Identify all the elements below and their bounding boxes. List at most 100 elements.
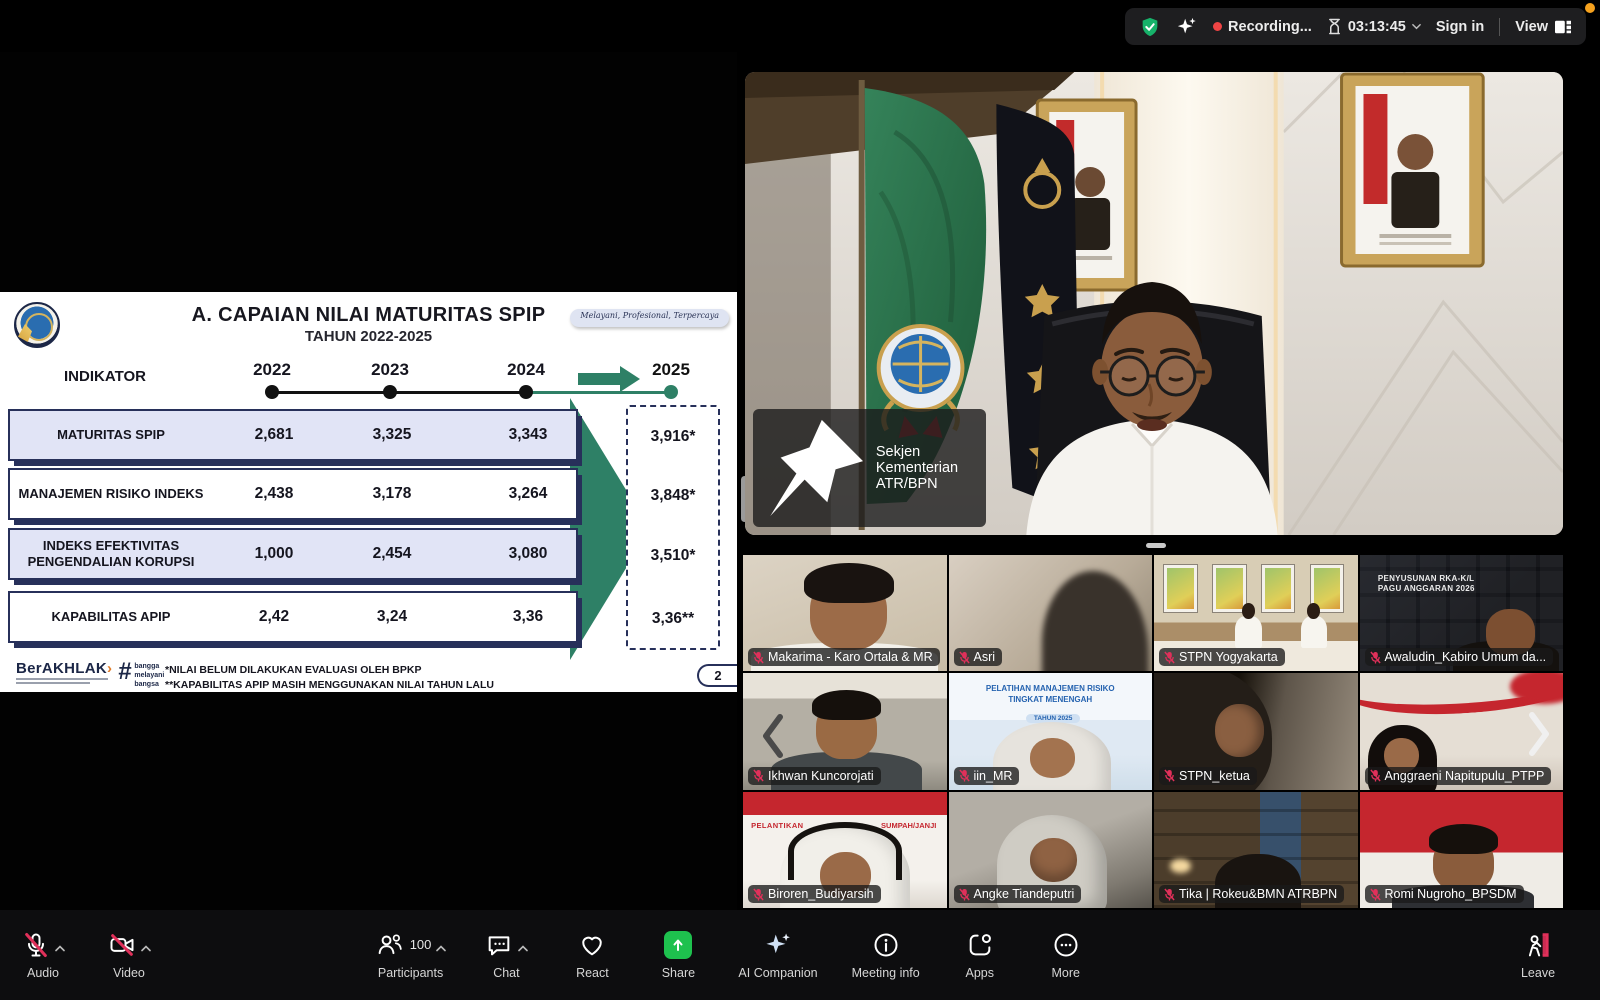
slide-page-number: 2: [697, 664, 737, 687]
ai-sparkle-icon[interactable]: [1176, 16, 1198, 38]
participant-tile[interactable]: PELANTIKAN SUMPAH/JANJI Biroren_Budiyars…: [743, 792, 947, 908]
camera-muted-icon: [108, 931, 136, 959]
participant-tile[interactable]: Romi Nugroho_BPSDM: [1360, 792, 1564, 908]
muted-mic-icon: [959, 651, 970, 664]
cell-value: 2,681: [224, 411, 324, 459]
gallery-resize-handle[interactable]: [1146, 543, 1166, 548]
target-value: 3,36**: [628, 593, 718, 645]
apps-button[interactable]: Apps: [954, 931, 1006, 980]
timer-value: 03:13:45: [1348, 19, 1406, 35]
leave-button[interactable]: Leave: [1512, 931, 1564, 980]
participant-tile[interactable]: STPN_ketua: [1154, 673, 1358, 789]
cell-value: 2,438: [224, 470, 324, 518]
timeline-dot-2024: [519, 385, 533, 399]
indicator-header: INDIKATOR: [35, 368, 175, 385]
recording-dot-icon: [1213, 22, 1222, 31]
video-button[interactable]: Video: [103, 931, 155, 980]
cell-value: 3,24: [342, 593, 442, 641]
row-label: INDEKS EFEKTIVITAS PENGENDALIAN KORUPSI: [18, 530, 204, 578]
cell-value: 1,000: [224, 530, 324, 578]
participant-name-label: Awaludin_Kabiro Umum da...: [1365, 648, 1554, 666]
pin-icon: [760, 413, 870, 523]
audio-button[interactable]: Audio: [17, 931, 69, 980]
target-value: 3,510*: [628, 530, 718, 582]
berakhlak-logo: BerAKHLAK›: [16, 660, 112, 677]
bangga-melayani-bangsa-logo: # bangga melayani bangsa: [118, 658, 164, 689]
mic-muted-icon: [22, 931, 50, 959]
timeline-line: [272, 391, 526, 394]
sign-in-button[interactable]: Sign in: [1436, 19, 1484, 35]
footnote-2: **KAPABILITAS APIP MASIH MENGGUNAKAN NIL…: [165, 679, 494, 691]
audio-caret[interactable]: [55, 931, 65, 957]
participant-tile[interactable]: STPN Yogyakarta: [1154, 555, 1358, 671]
muted-mic-icon: [753, 769, 764, 782]
topbar-divider: [1499, 18, 1500, 36]
gallery-next-button[interactable]: [1522, 704, 1556, 764]
share-screen-icon: [664, 931, 692, 959]
row-label: MANAJEMEN RISIKO INDEKS: [18, 470, 204, 518]
row-label: KAPABILITAS APIP: [18, 593, 204, 641]
participant-tile[interactable]: Tika | Rokeu&BMN ATRBPN: [1154, 792, 1358, 908]
muted-mic-icon: [959, 888, 970, 901]
top-bar: Recording... 03:13:45 Sign in View: [1125, 8, 1586, 45]
more-button[interactable]: More: [1040, 931, 1092, 980]
leave-icon: [1523, 931, 1553, 959]
chat-caret[interactable]: [518, 931, 528, 957]
security-shield-icon[interactable]: [1139, 16, 1161, 38]
chat-button[interactable]: Chat: [480, 931, 532, 980]
footnote-1: *NILAI BELUM DILAKUKAN EVALUASI OLEH BPK…: [165, 664, 421, 676]
timeline-dot-2025: [664, 385, 678, 399]
atrbpn-logo: [14, 302, 60, 348]
main-speaker-video[interactable]: Sekjen Kementerian ATR/BPN: [745, 72, 1563, 535]
participant-tile[interactable]: Makarima - Karo Ortala & MR: [743, 555, 947, 671]
view-button[interactable]: View: [1515, 19, 1572, 35]
participant-name-label: Biroren_Budiyarsih: [748, 885, 881, 903]
chevron-down-icon: [1412, 22, 1421, 31]
timeline-dot-2023: [383, 385, 397, 399]
participant-tile[interactable]: Asri: [949, 555, 1153, 671]
participant-name-label: Makarima - Karo Ortala & MR: [748, 648, 940, 666]
speaker-name-label: Sekjen Kementerian ATR/BPN: [753, 409, 986, 527]
participant-name-label: Ikhwan Kuncorojati: [748, 767, 881, 785]
participant-tile[interactable]: PELATIHAN MANAJEMEN RISIKOTINGKAT MENENG…: [949, 673, 1153, 789]
video-caret[interactable]: [141, 931, 151, 957]
shared-screen-stage: A. CAPAIAN NILAI MATURITAS SPIP TAHUN 20…: [0, 52, 737, 910]
react-button[interactable]: React: [566, 931, 618, 980]
year-2025: 2025: [631, 360, 711, 380]
meeting-timer[interactable]: 03:13:45: [1327, 18, 1421, 35]
participants-button[interactable]: 100 Participants: [375, 931, 447, 980]
cell-value: 3,325: [342, 411, 442, 459]
participant-name-label: Romi Nugroho_BPSDM: [1365, 885, 1524, 903]
share-button[interactable]: Share: [652, 931, 704, 980]
meeting-toolbar: Audio Video 100 Participants Chat: [0, 910, 1600, 1000]
recording-label: Recording...: [1228, 19, 1312, 35]
year-2024: 2024: [486, 360, 566, 380]
apps-icon: [966, 931, 994, 959]
year-2023: 2023: [350, 360, 430, 380]
presentation-slide: A. CAPAIAN NILAI MATURITAS SPIP TAHUN 20…: [0, 292, 737, 692]
participant-tile[interactable]: PENYUSUNAN RKA-K/LPAGU ANGGARAN 2026 Awa…: [1360, 555, 1564, 671]
participant-name-label: STPN_ketua: [1159, 767, 1257, 785]
ai-companion-button[interactable]: AI Companion: [738, 931, 817, 980]
year-2022: 2022: [232, 360, 312, 380]
table-row: MATURITAS SPIP 2,681 3,325 3,343: [8, 409, 578, 461]
participant-tile[interactable]: Angke Tiandeputri: [949, 792, 1153, 908]
muted-mic-icon: [753, 888, 764, 901]
recording-indicator[interactable]: Recording...: [1213, 19, 1312, 35]
motto-badge: Melayani, Profesional, Terpercaya: [570, 309, 729, 327]
table-row: INDEKS EFEKTIVITAS PENGENDALIAN KORUPSI …: [8, 528, 578, 580]
participants-icon: [375, 931, 405, 959]
meeting-info-button[interactable]: Meeting info: [852, 931, 920, 980]
muted-mic-icon: [959, 769, 970, 782]
cell-value: 2,454: [342, 530, 442, 578]
participant-name-label: Tika | Rokeu&BMN ATRBPN: [1159, 885, 1344, 903]
zoom-meeting-window: Recording... 03:13:45 Sign in View A. CA…: [0, 0, 1600, 1000]
timeline-dot-2022: [265, 385, 279, 399]
muted-mic-icon: [1370, 651, 1381, 664]
participants-caret[interactable]: [436, 931, 446, 957]
participant-name-label: Anggraeni Napitupulu_PTPP: [1365, 767, 1552, 785]
slide-subtitle: TAHUN 2022-2025: [120, 328, 617, 345]
cell-value: 3,080: [478, 530, 578, 578]
participants-count: 100: [410, 931, 432, 952]
gallery-prev-button[interactable]: [756, 706, 790, 766]
